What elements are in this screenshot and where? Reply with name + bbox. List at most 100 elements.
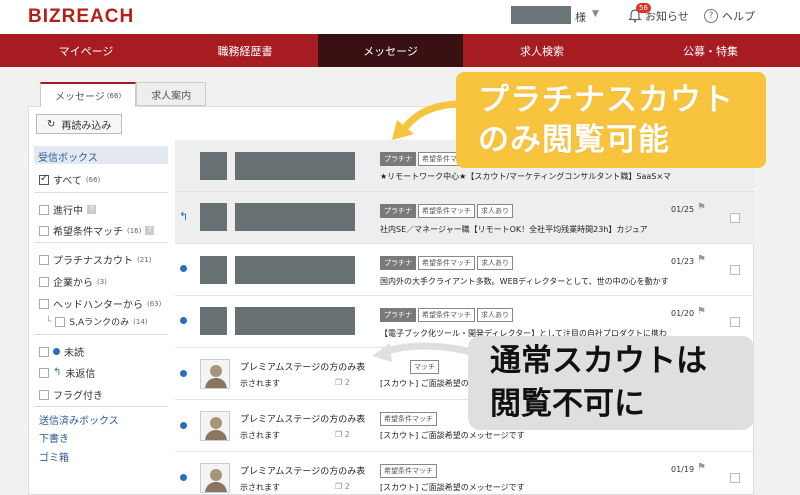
bizreach-logo[interactable]: BIZREACH [28,6,134,28]
s-rank-count: (14) [133,317,148,326]
sidebar-inbox[interactable]: 受信ボックス [34,146,168,164]
message-tags: プラチナ 希望条件マッチ 求人あり [380,256,513,270]
all-checkbox[interactable] [39,173,49,185]
company-label: 企業から [53,278,93,289]
row-checkbox[interactable] [730,265,740,275]
sender-name: プレミアムステージの方のみ表 [240,467,366,477]
replied-icon: ↰ [179,210,189,223]
tag-match: 希望条件マッチ [418,308,475,322]
divider [34,192,168,193]
company-checkbox[interactable] [39,276,49,287]
sidebar-item-match[interactable]: 希望条件マッチ (16) ? [39,223,155,238]
in-progress-checkbox[interactable] [39,204,49,215]
reload-button[interactable]: ↻ 再読み込み [36,114,123,134]
toolbar: ↻ 再読み込み [36,114,123,134]
message-date: 01/25 [671,205,695,214]
unreplied-checkbox[interactable] [39,367,49,378]
sidebar-item-unread[interactable]: 未読 [39,344,84,359]
headhunter-checkbox[interactable] [39,298,49,309]
tag-platinum: プラチナ [380,204,416,218]
sidebar-item-company[interactable]: 企業から (3) [39,274,107,289]
sidebar: 受信ボックス すべて(66) 進行中 ? 希望条件マッチ (16) ? プラチナス… [34,146,168,464]
flagged-checkbox[interactable] [39,389,49,400]
row-checkbox[interactable] [730,317,740,327]
flagged-label: フラグ付き [53,391,103,402]
user-honorific: 様 [575,11,586,24]
sidebar-item-s-rank[interactable]: └ S,Aランクのみ (14) [46,315,148,328]
attachment-count: ❐ 2 [335,378,350,387]
tab-messages-label: メッセージ [55,92,105,103]
attachment-count: ❐ 2 [335,430,350,439]
message-row[interactable]: ↰ プラチナ 希望条件マッチ 求人あり 01/25 ⚑ 社内SE／マネージャー職… [175,192,754,244]
tab-jobs[interactable]: 求人案内 [136,82,207,106]
message-subject: 社内SE／マネージャー職【リモートOK！全社平均残業時間23h】カジュア [380,225,648,234]
sidebar-item-platinum[interactable]: プラチナスカウト (21) [39,252,151,267]
tag-match: マッチ [410,360,439,374]
unread-dot-icon [180,370,187,377]
callout-line: のみ閲覧可能 [478,122,670,158]
sidebar-item-headhunter[interactable]: ヘッドハンターから (63) [39,296,161,311]
all-label: すべて [53,176,82,187]
platinum-checkbox[interactable] [39,254,49,265]
nav-resume[interactable]: 職務経歴書 [172,34,318,67]
tag-match: 希望条件マッチ [418,204,475,218]
refresh-icon: ↻ [47,118,56,130]
message-date: 01/20 [671,309,695,318]
unread-checkbox[interactable] [39,346,49,357]
notifications-link[interactable]: 56 お知らせ [628,3,689,24]
avatar [200,411,230,441]
message-row[interactable]: プラチナ 希望条件マッチ 求人あり 01/23 ⚑ 国内外の大手クライアント多数… [175,244,754,296]
row-checkbox[interactable] [730,213,740,223]
attachment-count-value: 2 [344,430,350,439]
flag-icon[interactable]: ⚑ [697,202,706,213]
s-rank-checkbox[interactable] [55,316,66,327]
match-label: 希望条件マッチ [53,227,123,238]
normal-scout-callout: 通常スカウトは 閲覧不可に [468,336,754,430]
s-rank-label: S,Aランクのみ [69,318,130,328]
tag-match: 希望条件マッチ [380,412,437,426]
tag-platinum: プラチナ [380,308,416,322]
tag-match: 希望条件マッチ [418,256,475,270]
flag-icon[interactable]: ⚑ [697,306,706,317]
tab-messages[interactable]: メッセージ (66) [40,82,137,107]
sidebar-sent-box[interactable]: 送信済みボックス [39,412,119,427]
callout-line: 通常スカウトは [490,343,707,379]
attachment-count: ❐ 2 [335,482,350,491]
flag-icon[interactable]: ⚑ [697,462,706,473]
platinum-label: プラチナスカウト [53,256,133,267]
nav-mypage[interactable]: マイページ [0,34,172,67]
nav-messages[interactable]: メッセージ [318,34,463,67]
sidebar-item-flagged[interactable]: フラグ付き [39,387,103,402]
question-icon: ? [704,9,718,23]
sidebar-trash[interactable]: ゴミ箱 [39,449,69,464]
callout-line: プラチナスカウト [478,82,734,118]
nav-features[interactable]: 公募・特集 [621,34,800,67]
message-row[interactable]: プレミアムステージの方のみ表 示されます ❐ 2 希望条件マッチ 01/19 ⚑… [175,452,754,495]
help-q-icon[interactable]: ? [87,205,96,214]
message-tags: 希望条件マッチ [380,464,437,478]
sidebar-drafts[interactable]: 下書き [39,430,69,445]
sidebar-item-unreplied[interactable]: ↰ 未返信 [39,365,95,380]
avatar [200,463,230,493]
message-date: 01/23 [671,257,695,266]
nav-job-search[interactable]: 求人検索 [463,34,621,67]
unread-dot-icon [53,348,60,355]
help-link[interactable]: ? ヘルプ [704,8,755,24]
unread-dot-icon [180,474,187,481]
sidebar-item-all[interactable]: すべて(66) [39,172,100,187]
attachment-count-value: 2 [344,378,350,387]
help-q-icon[interactable]: ? [145,226,155,235]
chevron-down-icon[interactable]: ▼ [592,9,599,19]
sender-name-redacted [235,307,355,335]
sender-name: プレミアムステージの方のみ表 [240,363,366,373]
flag-icon[interactable]: ⚑ [697,254,706,265]
tree-branch-icon: └ [46,316,52,327]
match-checkbox[interactable] [39,225,49,236]
row-checkbox[interactable] [730,473,740,483]
company-logo-redacted [200,307,227,335]
tag-has-jobs: 求人あり [477,256,513,270]
message-subject: 国内外の大手クライアント多数。WEBディレクターとして、世の中の心を動かす [380,277,669,286]
sidebar-item-in-progress[interactable]: 進行中 ? [39,202,96,217]
message-tags: 希望条件マッチ [380,412,437,426]
bell-icon: 56 [628,3,651,23]
